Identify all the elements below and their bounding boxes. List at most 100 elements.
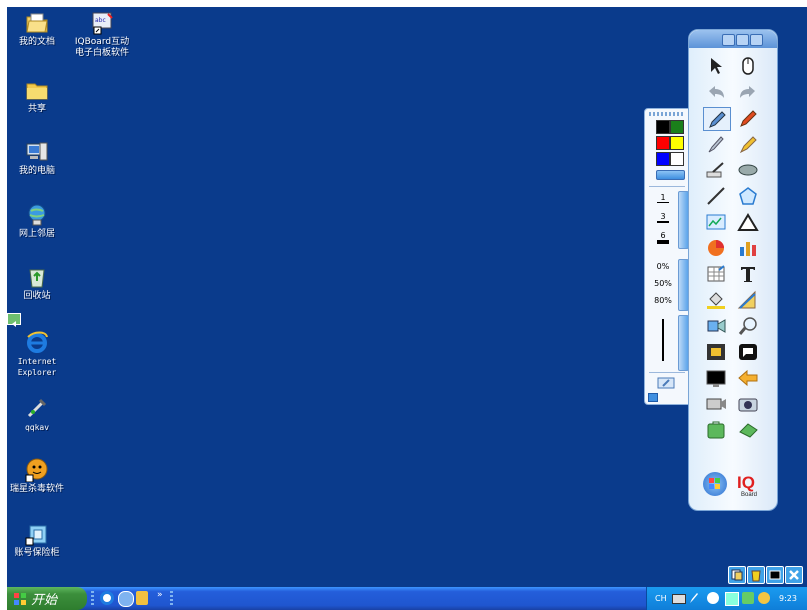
back-arrow-icon[interactable] xyxy=(735,367,761,389)
pen-icon[interactable] xyxy=(703,107,731,131)
polygon-icon[interactable] xyxy=(735,185,761,207)
iqboard-shortcut-icon: abc xyxy=(90,11,114,35)
comment-icon[interactable] xyxy=(735,341,761,363)
eraser-pen-icon[interactable] xyxy=(656,375,676,389)
color-swatch-yellow[interactable] xyxy=(670,136,684,150)
video-recorder-icon[interactable] xyxy=(703,393,729,415)
ie-icon xyxy=(25,330,49,354)
screen-mode-button[interactable] xyxy=(766,566,784,584)
line-size-1[interactable]: 1 xyxy=(651,193,675,203)
account-safe-icon xyxy=(25,522,49,546)
brush-pen-icon[interactable] xyxy=(703,133,729,155)
toolbar-minimize-button[interactable] xyxy=(722,34,735,46)
taskbar: 开始 » CH 9:23 xyxy=(7,587,807,610)
iqboard-toolbar: IQ Board xyxy=(688,29,778,511)
table-icon[interactable] xyxy=(703,263,729,285)
pen-tray-icon[interactable] xyxy=(689,592,699,604)
resource-library-icon[interactable] xyxy=(703,419,729,441)
opacity-50[interactable]: 50% xyxy=(650,279,676,288)
screen-capture-icon[interactable] xyxy=(703,341,729,363)
divider xyxy=(649,186,685,187)
pie-chart-icon[interactable] xyxy=(703,237,729,259)
desktop-icon-iqboard[interactable]: abc IQBoard互动 电子白板软件 xyxy=(72,11,132,59)
panel-grip[interactable] xyxy=(649,112,683,116)
select-arrow-icon[interactable] xyxy=(703,55,729,77)
iq-board-logo-icon[interactable]: IQ Board xyxy=(735,470,765,498)
marker-pen-icon[interactable] xyxy=(735,133,761,155)
qqkav-icon xyxy=(25,396,49,420)
keyboard-icon[interactable] xyxy=(672,594,686,604)
network-icon xyxy=(25,203,49,227)
mouse-icon[interactable] xyxy=(735,55,761,77)
eraser-green-icon[interactable] xyxy=(735,419,761,441)
color-swatch-green[interactable] xyxy=(670,120,684,134)
opacity-80[interactable]: 80% xyxy=(650,296,676,305)
desktop-icon-shared[interactable]: 共享 xyxy=(7,78,67,115)
start-label: 开始 xyxy=(31,593,58,608)
eraser-icon[interactable] xyxy=(735,159,761,181)
screen-spotlight-icon[interactable] xyxy=(703,315,729,337)
color-swatch-white[interactable] xyxy=(670,152,684,166)
desktop-icon-my-computer[interactable]: 我的电脑 xyxy=(7,140,67,177)
magnifier-icon[interactable] xyxy=(735,315,761,337)
desktop-icon-qqkav[interactable]: qqkav xyxy=(7,396,67,433)
fill-bucket-icon[interactable] xyxy=(703,289,729,311)
folder-icon xyxy=(25,78,49,102)
quick-launch-more-icon[interactable]: » xyxy=(157,590,163,600)
line-icon[interactable] xyxy=(703,185,729,207)
black-screen-icon[interactable] xyxy=(703,367,729,389)
quick-launch-app-icon[interactable] xyxy=(136,591,148,605)
windows-start-icon[interactable] xyxy=(703,472,727,496)
pen-properties-panel: 1 3 6 0% 50% 80% xyxy=(644,108,690,405)
function-graph-icon[interactable] xyxy=(703,211,729,233)
camera-icon[interactable] xyxy=(735,393,761,415)
quick-launch-ie-icon[interactable] xyxy=(100,591,114,605)
collapse-arrow-icon[interactable] xyxy=(7,313,21,327)
color-swatch-red[interactable] xyxy=(656,136,670,150)
my-computer-icon xyxy=(25,140,49,164)
desktop-icon-rising-antivirus[interactable]: 瑞星杀毒软件 xyxy=(7,458,67,495)
recycle-bin-icon xyxy=(25,265,49,289)
clock[interactable]: 9:23 xyxy=(779,594,797,603)
rising-antivirus-icon xyxy=(25,458,49,483)
desktop-icon-network[interactable]: 网上邻居 xyxy=(7,203,67,240)
line-size-3[interactable]: 3 xyxy=(651,212,675,223)
windows-logo-icon xyxy=(13,592,27,606)
text-icon[interactable] xyxy=(735,263,761,285)
language-indicator[interactable]: CH xyxy=(655,594,667,603)
redo-icon[interactable] xyxy=(735,81,761,103)
ruler-set-icon[interactable] xyxy=(735,289,761,311)
opacity-0[interactable]: 0% xyxy=(650,262,676,271)
svg-text:abc: abc xyxy=(95,17,106,24)
color-swatch-black[interactable] xyxy=(656,120,670,134)
triangle-icon[interactable] xyxy=(735,211,761,233)
panel-collapse-button[interactable] xyxy=(648,393,658,402)
toolbar-restore-button[interactable] xyxy=(736,34,749,46)
tray-arrow-icon[interactable] xyxy=(707,592,719,604)
desktop: 我的文档 abc IQBoard互动 电子白板软件 共享 我的电脑 网上邻居 回… xyxy=(7,7,807,587)
desktop-icon-my-documents[interactable]: 我的文档 xyxy=(7,11,67,48)
line-size-6[interactable]: 6 xyxy=(651,231,675,244)
desktop-icon-account-safe[interactable]: 账号保险柜 xyxy=(7,522,67,559)
toolbar-close-button[interactable] xyxy=(750,34,763,46)
eraser-brush-icon[interactable] xyxy=(703,159,729,181)
copy-page-button[interactable] xyxy=(728,566,746,584)
color-swatch-blue[interactable] xyxy=(656,152,670,166)
network-tray-icon[interactable] xyxy=(725,592,739,606)
antivirus-tray-icon[interactable] xyxy=(742,592,754,604)
bar-chart-icon[interactable] xyxy=(735,237,761,259)
quick-launch-grip[interactable] xyxy=(91,591,94,606)
close-whiteboard-button[interactable] xyxy=(785,566,803,584)
highlighter-pen-icon[interactable] xyxy=(735,107,761,129)
trash-button[interactable] xyxy=(747,566,765,584)
undo-icon[interactable] xyxy=(703,81,729,103)
start-button[interactable]: 开始 xyxy=(7,587,87,610)
line-style-preview[interactable] xyxy=(662,319,664,361)
desktop-icon-internet-explorer[interactable]: Internet Explorer xyxy=(7,330,67,378)
toolbar-header[interactable] xyxy=(689,30,777,48)
more-colors-button[interactable] xyxy=(656,170,685,180)
volume-tray-icon[interactable] xyxy=(758,592,770,604)
quick-launch-desktop-icon[interactable] xyxy=(118,591,134,607)
taskbar-grip[interactable] xyxy=(170,591,173,606)
desktop-icon-recycle-bin[interactable]: 回收站 xyxy=(7,265,67,302)
